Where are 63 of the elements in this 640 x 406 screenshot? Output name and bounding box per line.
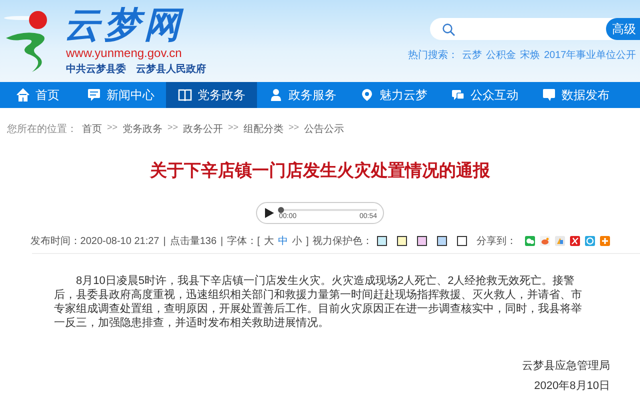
breadcrumb-link[interactable]: 党务政务 (122, 122, 163, 138)
font-size-bracket: ] (306, 236, 309, 246)
share-label: 分享到： (476, 234, 517, 248)
site-url: www.yunmeng.gov.cn (66, 46, 183, 60)
breadcrumb-separator: >> (107, 122, 118, 134)
nav-tab[interactable]: 数据发布 (530, 82, 621, 108)
share-icon[interactable] (524, 236, 535, 246)
font-size-label: 字体：[ (227, 234, 260, 248)
font-size-option[interactable]: 小 (292, 234, 302, 248)
breadcrumb-separator: >> (228, 122, 239, 134)
color-swatch[interactable] (396, 236, 407, 246)
meta-separator: | (220, 236, 224, 246)
color-swatch[interactable] (456, 236, 467, 246)
share-icon[interactable] (540, 236, 550, 246)
nav-tab[interactable]: 党务政务 (166, 82, 257, 108)
breadcrumb-link[interactable]: 公告公示 (304, 122, 344, 138)
logo-subtitle: 云梦县人民政府 (136, 62, 206, 76)
click-count: 点击量136 (170, 234, 217, 248)
font-size-option[interactable]: 大 (264, 234, 274, 248)
share-icon[interactable] (600, 236, 610, 246)
hot-search-label: 热门搜索： (408, 48, 458, 62)
breadcrumb-separator: >> (288, 122, 300, 134)
search-icon (442, 22, 455, 36)
nav-tab[interactable]: 新闻中心 (75, 82, 166, 108)
location-pin-icon (360, 88, 374, 102)
share-icon[interactable] (570, 236, 580, 246)
hot-search-link[interactable]: 2017年事业单位公开 (544, 48, 636, 62)
breadcrumb-link[interactable]: 首页 (82, 122, 102, 138)
book-icon (178, 88, 192, 102)
nav-tab[interactable]: 政务服务 (257, 82, 348, 108)
message-icon (86, 88, 100, 102)
breadcrumb-link[interactable]: 组配分类 (244, 122, 284, 138)
home-icon (16, 88, 30, 102)
font-size-option[interactable]: 中 (278, 234, 288, 248)
hot-search-link[interactable]: 云梦 (462, 48, 482, 62)
advanced-search-button[interactable]: 高级 (606, 18, 640, 40)
chat-icon (542, 88, 556, 102)
progress-thumb[interactable] (278, 207, 284, 213)
chat-icon (450, 88, 464, 102)
logo-subtitle: 中共云梦县委 (66, 62, 126, 76)
breadcrumb-separator: >> (168, 122, 178, 134)
article-paragraph: 8月10日凌晨5时许，我县下辛店镇一门店发生火灾。火灾造成现场2人死亡、2人经抢救无效死亡。接警后，县委县政府高度重视，迅速组织相关部门和救援力量第一时间赶赴现场指挥救援、灭火救人，并请省、市专家组成调查处置组，查明原因，开展处置善后工作。目前火灾原因正在进一步调查核实中，同时，我县将举一反三，加强隐患排查，并适时发布相关救助进展情况。 (54, 274, 582, 330)
nav-tab[interactable]: 公众互动 (439, 82, 530, 108)
hot-search-link[interactable]: 宋焕 (520, 48, 540, 62)
breadcrumb-label: 您所在的位置： (7, 122, 77, 137)
logo-title: 云梦网 (64, 4, 185, 46)
hot-search-link[interactable]: 公积金 (486, 48, 516, 62)
article-title: 关于下辛店镇一门店发生火灾处置情况的通报 (148, 160, 491, 182)
color-swatch[interactable] (416, 236, 427, 246)
issuer-name: 云梦县应急管理局 (521, 358, 611, 374)
publish-time: 发布时间：2020-08-10 21:27 (30, 234, 160, 248)
share-icon[interactable] (584, 236, 595, 246)
color-swatch[interactable] (376, 236, 387, 246)
share-icon[interactable] (554, 236, 565, 246)
breadcrumb-link[interactable]: 政务公开 (183, 122, 224, 138)
color-swatch[interactable] (436, 236, 447, 246)
person-icon (268, 88, 282, 102)
issue-date: 2020年8月10日 (533, 379, 611, 394)
nav-tab[interactable]: 魅力云梦 (348, 82, 439, 108)
eye-care-label: 视力保护色： (312, 234, 373, 248)
nav-tab[interactable]: 首页 (0, 82, 75, 108)
meta-separator: | (163, 236, 166, 246)
play-icon[interactable] (263, 207, 275, 219)
